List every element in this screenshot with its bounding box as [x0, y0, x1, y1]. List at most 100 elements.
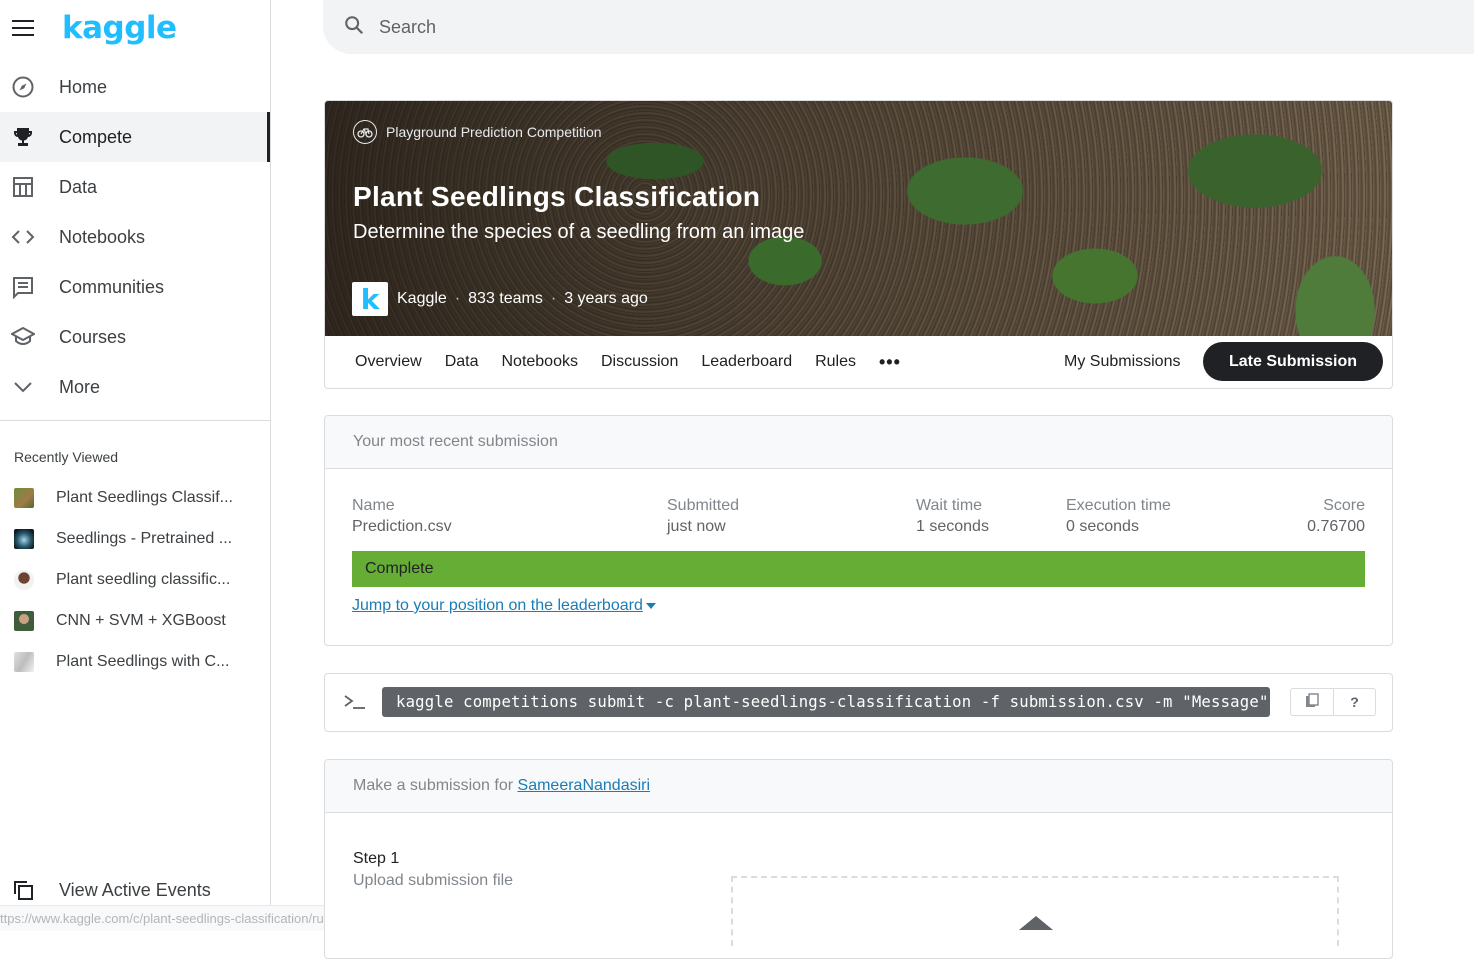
- my-submissions-link[interactable]: My Submissions: [1064, 353, 1180, 371]
- help-button[interactable]: ?: [1333, 689, 1375, 715]
- user-link[interactable]: SameeraNandasiri: [518, 777, 651, 795]
- recently-viewed-list: Plant Seedlings Classif... Seedlings - P…: [0, 477, 270, 682]
- tab-rules[interactable]: Rules: [815, 353, 856, 371]
- recent-item-label: Seedlings - Pretrained ...: [56, 529, 233, 547]
- main-content: Search Playground Prediction Competition…: [271, 0, 1474, 959]
- sidebar-item-more[interactable]: More: [0, 362, 270, 412]
- kaggle-logo[interactable]: kaggle: [62, 10, 177, 46]
- thumbnail: [14, 528, 34, 549]
- submission-details: Name Prediction.csv Submitted just now W…: [325, 469, 1392, 549]
- submission-time: Submitted just now: [667, 497, 739, 536]
- recently-viewed-title: Recently Viewed: [14, 449, 119, 465]
- value: 0.76700: [1307, 518, 1365, 535]
- label: Score: [1323, 497, 1365, 514]
- sidebar-item-label: Courses: [59, 326, 127, 347]
- wait-time: Wait time 1 seconds: [916, 497, 989, 536]
- recent-item-label: Plant Seedlings Classif...: [56, 488, 233, 506]
- bike-icon: [353, 120, 377, 144]
- recent-item[interactable]: CNN + SVM + XGBoost: [0, 600, 270, 641]
- sidebar-item-label: Notebooks: [59, 226, 146, 247]
- competition-subtitle: Determine the species of a seedling from…: [353, 221, 805, 243]
- host-name[interactable]: Kaggle: [397, 290, 447, 308]
- late-submission-button[interactable]: Late Submission: [1203, 342, 1383, 381]
- sidebar-item-label: Data: [59, 176, 98, 197]
- search-input[interactable]: Search: [379, 17, 436, 38]
- tab-leaderboard[interactable]: Leaderboard: [701, 353, 792, 371]
- sidebar-nav: Home Compete Data Notebooks Communities: [0, 62, 270, 412]
- caret-down-icon: [645, 602, 656, 609]
- recent-submission-header: Your most recent submission: [325, 416, 1392, 469]
- sidebar-item-communities[interactable]: Communities: [0, 262, 270, 312]
- label: Name: [352, 497, 395, 514]
- value: just now: [667, 518, 726, 535]
- more-tabs-icon[interactable]: •••: [879, 352, 901, 373]
- competition-banner: Playground Prediction Competition Plant …: [325, 101, 1392, 336]
- trophy-icon: [11, 125, 35, 149]
- sidebar-item-label: Communities: [59, 276, 165, 297]
- competition-tag-label: Playground Prediction Competition: [386, 124, 602, 140]
- copy-button[interactable]: [1291, 689, 1333, 715]
- menu-icon[interactable]: [12, 20, 34, 36]
- status-badge: Complete: [352, 551, 1365, 587]
- sidebar-item-courses[interactable]: Courses: [0, 312, 270, 362]
- view-active-events[interactable]: View Active Events: [11, 878, 211, 902]
- sidebar-item-home[interactable]: Home: [0, 62, 270, 112]
- avatar: [14, 651, 34, 672]
- submission-score: Score 0.76700: [1307, 497, 1365, 536]
- sidebar-item-compete[interactable]: Compete: [0, 112, 270, 162]
- file-dropzone[interactable]: [731, 876, 1339, 946]
- recent-submission-panel: Your most recent submission Name Predict…: [324, 415, 1393, 646]
- tab-data[interactable]: Data: [445, 353, 479, 371]
- step-title: Step 1: [353, 850, 400, 867]
- recent-item[interactable]: Seedlings - Pretrained ...: [0, 518, 270, 559]
- header-prefix: Make a submission for: [353, 777, 518, 794]
- sidebar-item-label: Home: [59, 76, 108, 97]
- teams-count[interactable]: 833 teams: [468, 290, 543, 308]
- sidebar: kaggle Home Compete Data Notebooks Commu…: [0, 0, 271, 931]
- jump-to-leaderboard-link[interactable]: Jump to your position on the leaderboard: [352, 597, 656, 615]
- comment-icon: [11, 275, 35, 299]
- cli-panel: kaggle competitions submit -c plant-seed…: [324, 673, 1393, 732]
- code-icon: [11, 225, 35, 249]
- value: Prediction.csv: [352, 518, 452, 535]
- sidebar-item-label: Compete: [59, 126, 133, 147]
- sidebar-item-data[interactable]: Data: [0, 162, 270, 212]
- label: Execution time: [1066, 497, 1171, 514]
- recent-item[interactable]: Plant seedling classific...: [0, 559, 270, 600]
- avatar: [14, 610, 34, 631]
- make-submission-header: Make a submission for SameeraNandasiri: [325, 760, 1392, 813]
- search-icon: [343, 14, 365, 41]
- submission-name: Name Prediction.csv: [352, 497, 452, 536]
- separator: ·: [550, 290, 557, 307]
- competition-tag: Playground Prediction Competition: [353, 120, 602, 144]
- sidebar-item-notebooks[interactable]: Notebooks: [0, 212, 270, 262]
- separator: ·: [454, 290, 461, 307]
- clipboard-icon: [1304, 692, 1320, 712]
- recent-item[interactable]: Plant Seedlings with C...: [0, 641, 270, 682]
- sidebar-item-label: More: [59, 376, 101, 397]
- competition-meta: k Kaggle · 833 teams · 3 years ago: [352, 282, 648, 316]
- upload-icon: [1019, 916, 1053, 930]
- label: Wait time: [916, 497, 983, 514]
- competition-age: 3 years ago: [564, 290, 648, 307]
- step-subtitle: Upload submission file: [353, 872, 514, 889]
- sidebar-header: kaggle: [0, 0, 270, 56]
- events-icon: [11, 878, 35, 902]
- tab-notebooks[interactable]: Notebooks: [501, 353, 578, 371]
- make-submission-panel: Make a submission for SameeraNandasiri S…: [324, 759, 1393, 959]
- search-bar[interactable]: Search: [323, 0, 1474, 54]
- recent-item-label: Plant seedling classific...: [56, 570, 231, 588]
- competition-header: Playground Prediction Competition Plant …: [324, 100, 1393, 389]
- recent-item[interactable]: Plant Seedlings Classif...: [0, 477, 270, 518]
- thumbnail: [14, 487, 34, 508]
- cli-command[interactable]: kaggle competitions submit -c plant-seed…: [382, 687, 1270, 717]
- school-icon: [11, 325, 35, 349]
- host-logo[interactable]: k: [352, 282, 388, 316]
- recent-item-label: Plant Seedlings with C...: [56, 652, 230, 670]
- compass-icon: [11, 75, 35, 99]
- chevron-down-icon: [11, 375, 35, 399]
- tab-discussion[interactable]: Discussion: [601, 353, 678, 371]
- cli-actions: ?: [1290, 688, 1376, 716]
- tab-overview[interactable]: Overview: [355, 353, 422, 371]
- recent-item-label: CNN + SVM + XGBoost: [56, 611, 226, 629]
